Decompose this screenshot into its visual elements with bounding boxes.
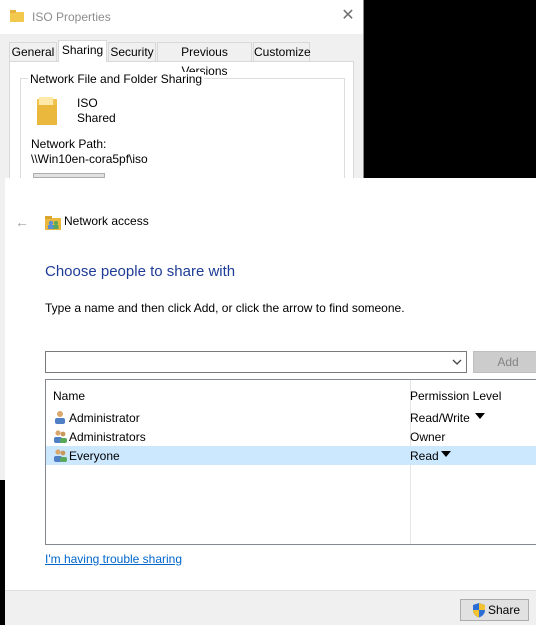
properties-titlebar[interactable]: ISO Properties ✕ xyxy=(0,0,363,34)
column-header-name[interactable]: Name xyxy=(53,389,85,403)
tab-previous-versions[interactable]: Previous Versions xyxy=(157,42,252,78)
close-icon[interactable]: ✕ xyxy=(338,6,358,26)
back-arrow-icon[interactable]: ← xyxy=(15,214,29,230)
trouble-sharing-link[interactable]: I'm having trouble sharing xyxy=(45,552,182,566)
tab-general[interactable]: General xyxy=(9,42,57,61)
table-row[interactable]: Administrators Owner xyxy=(46,427,536,446)
row-user-name: Administrator xyxy=(69,411,140,425)
dropdown-caret-icon[interactable] xyxy=(475,413,485,421)
row-user-name: Everyone xyxy=(69,449,120,463)
folder-name: ISO xyxy=(77,96,98,110)
users-group-icon xyxy=(54,449,67,462)
instruction-text: Type a name and then click Add, or click… xyxy=(45,301,405,315)
folder-share-state: Shared xyxy=(77,111,116,125)
table-row[interactable]: Administrator Read/Write xyxy=(46,408,536,427)
sharing-groupbox xyxy=(20,78,345,188)
share-button[interactable]: Share xyxy=(460,599,529,621)
share-user-list: Name Permission Level Administrator Read… xyxy=(45,379,536,545)
dialog-footer: Share xyxy=(5,590,536,625)
dropdown-caret-icon[interactable] xyxy=(441,451,451,459)
column-header-permission[interactable]: Permission Level xyxy=(410,389,501,403)
uac-shield-icon xyxy=(473,603,485,618)
row-permission[interactable]: Read xyxy=(410,449,439,463)
share-button-label: Share xyxy=(488,603,521,617)
groupbox-title: Network File and Folder Sharing xyxy=(28,72,205,86)
row-permission[interactable]: Read/Write xyxy=(410,411,470,425)
network-path-label: Network Path: xyxy=(31,137,107,151)
row-user-name: Administrators xyxy=(69,430,146,444)
tab-sharing[interactable]: Sharing xyxy=(58,40,107,62)
tab-customize[interactable]: Customize xyxy=(253,42,311,61)
add-button[interactable]: Add xyxy=(473,351,536,373)
user-name-combobox[interactable] xyxy=(45,351,467,373)
properties-title: ISO Properties xyxy=(32,10,111,24)
chevron-down-icon[interactable] xyxy=(450,355,464,369)
row-permission: Owner xyxy=(410,430,446,444)
network-share-icon xyxy=(45,216,61,230)
network-access-dialog: ← Network access Choose people to share … xyxy=(5,178,536,625)
users-group-icon xyxy=(54,430,67,443)
user-icon xyxy=(55,411,65,424)
folder-icon xyxy=(10,10,24,22)
dialog-title: Network access xyxy=(64,214,149,228)
tab-security[interactable]: Security xyxy=(108,42,156,61)
table-row[interactable]: Everyone Read xyxy=(46,446,536,465)
folder-icon xyxy=(37,97,57,125)
page-heading: Choose people to share with xyxy=(45,263,236,280)
network-path-value: \\Win10en-cora5pf\iso xyxy=(31,152,148,166)
